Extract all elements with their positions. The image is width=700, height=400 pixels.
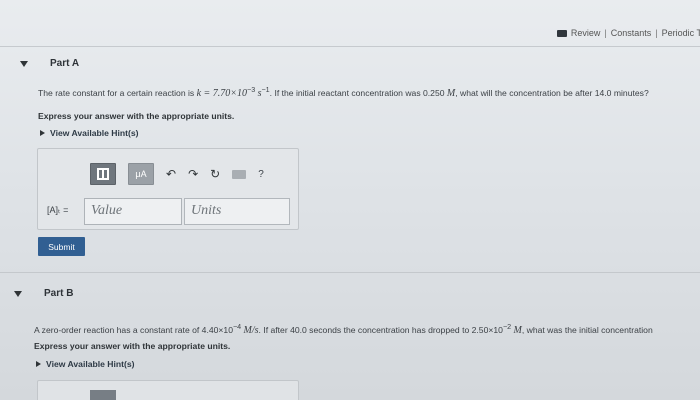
answer-label: [A]ₜ = <box>47 205 69 215</box>
answer-box: μA ↶ ↷ ↻ ? [A]ₜ = Value Units <box>37 148 299 230</box>
expand-triangle-icon <box>36 361 41 367</box>
question-text: . If after 40.0 seconds the concentratio… <box>258 324 503 335</box>
help-button[interactable]: ? <box>258 169 264 180</box>
concentration-unit: M <box>446 87 456 99</box>
hints-label: View Available Hint(s) <box>46 359 135 369</box>
part-a-header[interactable]: Part A <box>20 58 79 69</box>
collapse-triangle-icon[interactable] <box>14 290 22 297</box>
math-toolbar: μA ↶ ↷ ↻ ? <box>90 163 264 185</box>
hints-label: View Available Hint(s) <box>50 128 139 138</box>
divider <box>0 272 700 273</box>
answer-box-partial <box>37 380 299 400</box>
value-input[interactable]: Value <box>84 198 182 225</box>
periodic-table-link[interactable]: Periodic T <box>662 28 700 38</box>
concentration-exponent: −2 <box>502 323 512 331</box>
link-separator: | <box>604 28 607 38</box>
part-b-instruction: Express your answer with the appropriate… <box>34 341 231 351</box>
k-exponent: −3 <box>247 86 256 94</box>
templates-icon[interactable] <box>90 163 116 185</box>
link-separator: | <box>655 28 658 38</box>
keyboard-icon[interactable] <box>232 169 247 179</box>
concentration-unit: M <box>513 324 522 336</box>
rate-unit: M/s <box>243 324 259 336</box>
templates-icon[interactable] <box>90 390 116 400</box>
rate-exponent: −4 <box>232 323 242 331</box>
expand-triangle-icon <box>40 130 45 136</box>
mu-units-button[interactable]: μA <box>128 163 154 185</box>
part-b-header[interactable]: Part B <box>14 288 73 299</box>
part-a-hints-toggle[interactable]: View Available Hint(s) <box>40 128 139 138</box>
undo-icon[interactable]: ↶ <box>166 168 176 180</box>
k-unit-exponent: −1 <box>261 86 270 94</box>
redo-icon[interactable]: ↷ <box>188 168 198 180</box>
question-text: , what was the initial concentration <box>521 324 653 335</box>
part-b-hints-toggle[interactable]: View Available Hint(s) <box>36 359 135 369</box>
divider <box>0 46 700 47</box>
constants-link[interactable]: Constants <box>611 28 652 38</box>
collapse-triangle-icon[interactable] <box>20 60 28 67</box>
units-input[interactable]: Units <box>184 198 290 225</box>
reset-icon[interactable]: ↻ <box>210 168 220 180</box>
part-a-title: Part A <box>50 58 80 69</box>
question-text: . If the initial reactant concentration … <box>269 87 445 98</box>
book-icon <box>556 29 567 37</box>
submit-button[interactable]: Submit <box>38 237 85 256</box>
question-text: The rate constant for a certain reaction… <box>38 87 195 98</box>
mu-label: μA <box>135 169 147 179</box>
part-b-title: Part B <box>44 288 74 299</box>
part-a-question: The rate constant for a certain reaction… <box>38 86 649 99</box>
review-link[interactable]: Review <box>571 28 601 38</box>
question-text: , what will the concentration be after 1… <box>455 87 649 98</box>
k-value: k = 7.70×10 <box>196 87 248 99</box>
part-b-question: A zero-order reaction has a constant rat… <box>34 323 653 336</box>
header-links: Review | Constants | Periodic T <box>556 28 700 38</box>
question-text: A zero-order reaction has a constant rat… <box>34 324 233 335</box>
part-a-instruction: Express your answer with the appropriate… <box>38 111 235 121</box>
